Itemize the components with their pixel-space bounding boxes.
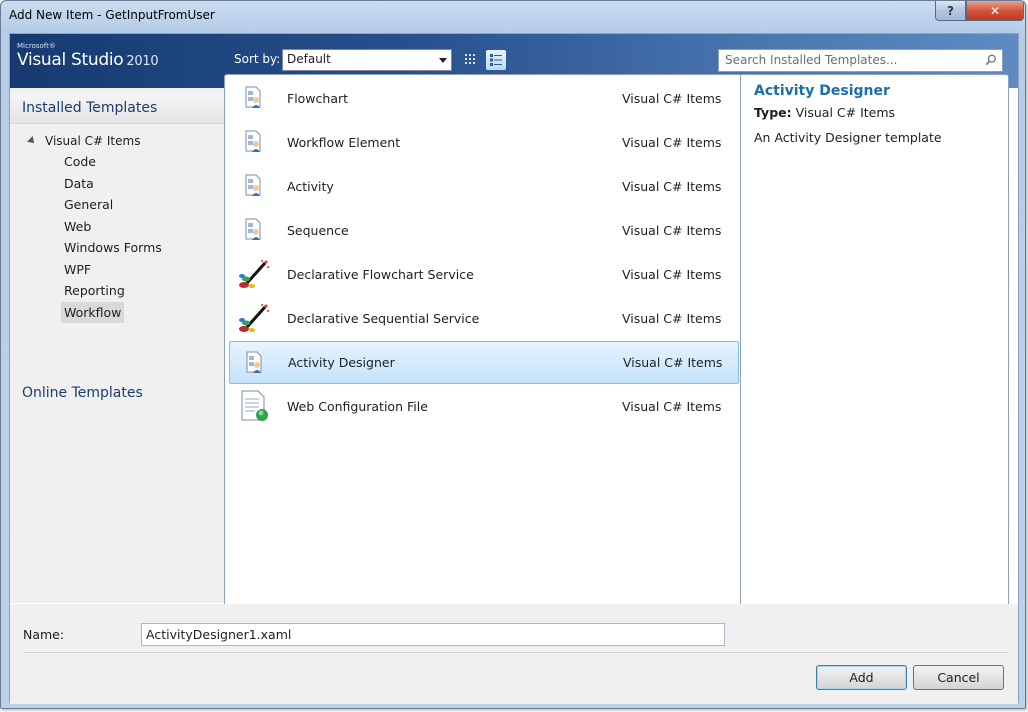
brand-version: 2010 (126, 54, 159, 69)
template-name: Flowchart (287, 91, 349, 106)
tree-item-wpf[interactable]: WPF (61, 259, 94, 281)
add-new-item-dialog: Add New Item - GetInputFromUser ? ✕ Micr… (0, 0, 1026, 709)
help-button[interactable]: ? (935, 1, 966, 21)
details-type: Type: Visual C# Items (754, 105, 994, 120)
template-name: Sequence (287, 223, 349, 238)
tree-item-reporting[interactable]: Reporting (61, 280, 128, 302)
template-row-web-configuration-file[interactable]: Web Configuration File Visual C# Items (229, 385, 739, 428)
visual-studio-logo: Visual Studio 2010 (17, 50, 159, 70)
template-name: Workflow Element (287, 135, 401, 150)
window-title: Add New Item - GetInputFromUser (9, 8, 215, 22)
tree-root-label: Visual C# Items (45, 133, 141, 148)
search-installed-templates-input[interactable]: Search Installed Templates... (718, 49, 1003, 72)
add-button[interactable]: Add (816, 665, 907, 690)
sort-by-dropdown[interactable]: Default (282, 49, 452, 71)
template-row-declarative-flowchart-service[interactable]: Declarative Flowchart Service Visual C# … (229, 253, 739, 296)
tree-item-web[interactable]: Web (61, 216, 94, 238)
workflow-doc-icon (245, 130, 261, 152)
tree-item-workflow[interactable]: Workflow (61, 301, 125, 323)
web-config-icon (241, 390, 268, 421)
tree-item-windows-forms[interactable]: Windows Forms (61, 237, 165, 259)
magic-wand-icon (239, 304, 269, 332)
workflow-doc-icon (246, 351, 262, 373)
template-row-flowchart[interactable]: Flowchart Visual C# Items (229, 77, 739, 120)
sort-by-label: Sort by: (234, 52, 281, 66)
online-templates-link[interactable]: Online Templates (22, 385, 143, 401)
title-bar: Add New Item - GetInputFromUser ? ✕ (1, 1, 1025, 33)
dialog-footer: Name: ActivityDesigner1.xaml Add Cancel (10, 604, 1018, 704)
close-button[interactable]: ✕ (966, 1, 1024, 21)
template-categories-panel: Installed Templates Visual C# Items Code… (10, 88, 224, 603)
tree-item-general[interactable]: General (61, 194, 116, 216)
template-language: Visual C# Items (622, 91, 722, 106)
details-view-icon (490, 54, 502, 66)
tree-item-code[interactable]: Code (61, 151, 99, 173)
template-name: Declarative Sequential Service (287, 311, 480, 326)
name-field[interactable]: ActivityDesigner1.xaml (141, 623, 725, 646)
template-language: Visual C# Items (622, 179, 722, 194)
details-view-button[interactable] (485, 49, 507, 71)
tree-item-data[interactable]: Data (61, 173, 97, 195)
chevron-down-icon (439, 58, 447, 63)
template-row-workflow-element[interactable]: Workflow Element Visual C# Items (229, 121, 739, 164)
dialog-client: Microsoft® Visual Studio 2010 Installed T… (9, 33, 1019, 704)
footer-separator (23, 652, 1009, 653)
search-icon[interactable] (985, 54, 997, 66)
category-tree: Visual C# Items Code Data General Web Wi… (26, 130, 165, 323)
template-row-activity-designer[interactable]: Activity Designer Visual C# Items (229, 341, 739, 384)
expand-arrow-icon[interactable] (27, 135, 37, 146)
small-icons-view-icon (465, 54, 475, 64)
templates-area: Flowchart Visual C# Items Workflow Eleme… (224, 74, 1009, 624)
workflow-doc-icon (245, 86, 261, 108)
template-language: Visual C# Items (622, 399, 722, 414)
tree-root-visual-csharp[interactable]: Visual C# Items (26, 130, 165, 151)
help-icon: ? (947, 3, 954, 18)
template-name: Activity Designer (288, 355, 395, 370)
template-language: Visual C# Items (622, 135, 722, 150)
template-details-pane: Activity Designer Type: Visual C# Items … (754, 83, 994, 145)
brand-microsoft: Microsoft® (17, 42, 56, 50)
details-type-value: Visual C# Items (795, 105, 896, 120)
details-title: Activity Designer (754, 83, 890, 99)
template-row-declarative-sequential-service[interactable]: Declarative Sequential Service Visual C#… (229, 297, 739, 340)
template-name: Web Configuration File (287, 399, 428, 414)
workflow-doc-icon (245, 218, 261, 240)
details-description: An Activity Designer template (754, 130, 942, 145)
small-icons-view-button[interactable] (460, 49, 482, 71)
installed-templates-header[interactable]: Installed Templates (10, 94, 224, 124)
cancel-button[interactable]: Cancel (913, 665, 1004, 690)
magic-wand-icon (239, 260, 269, 288)
close-icon: ✕ (989, 3, 1001, 18)
templates-panel: Sort by: Default Search Installed Templa… (224, 49, 1009, 624)
template-language: Visual C# Items (622, 311, 722, 326)
template-name: Declarative Flowchart Service (287, 267, 474, 282)
sort-by-value: Default (287, 52, 331, 66)
details-type-label: Type: (754, 105, 792, 120)
workflow-doc-icon (245, 174, 261, 196)
template-row-sequence[interactable]: Sequence Visual C# Items (229, 209, 739, 252)
template-row-activity[interactable]: Activity Visual C# Items (229, 165, 739, 208)
template-language: Visual C# Items (622, 267, 722, 282)
brand-name: Visual Studio (17, 50, 124, 70)
template-language: Visual C# Items (623, 355, 723, 370)
template-name: Activity (287, 179, 334, 194)
template-language: Visual C# Items (622, 223, 722, 238)
panel-divider (740, 75, 741, 623)
name-label: Name: (23, 627, 65, 642)
template-list: Flowchart Visual C# Items Workflow Eleme… (229, 75, 740, 623)
